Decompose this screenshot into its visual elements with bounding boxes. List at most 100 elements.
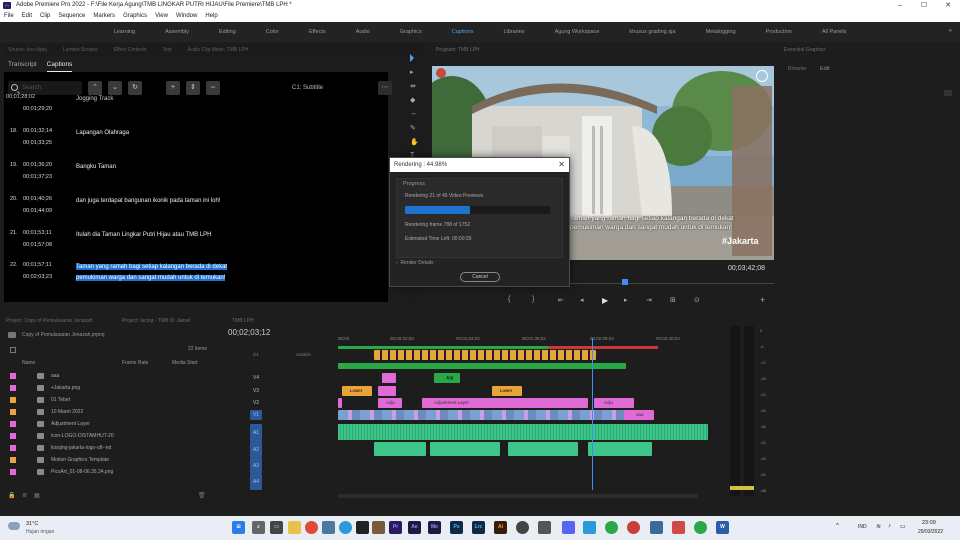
caption-start-time[interactable]: 00;01;36;20 bbox=[23, 162, 52, 168]
audio-a1-clip[interactable] bbox=[338, 424, 708, 440]
menu-edit[interactable]: Edit bbox=[22, 11, 32, 22]
project-item[interactable]: Motion Graphics Template bbox=[4, 454, 216, 466]
capture-icon[interactable] bbox=[356, 521, 369, 534]
play-button-icon[interactable]: ▶ bbox=[602, 296, 608, 305]
track-a3[interactable]: A3 bbox=[250, 458, 262, 474]
tab-audio-clip-mixer[interactable]: Audio Clip Mixer: TMB LPH bbox=[188, 44, 249, 56]
selection-tool-icon[interactable] bbox=[410, 54, 414, 62]
clip-adjustment-layer[interactable]: Adjustment Layer bbox=[422, 398, 588, 408]
caption-end-time[interactable]: 00;02;03;23 bbox=[23, 274, 52, 280]
trash-icon[interactable]: 🗑 bbox=[198, 492, 206, 499]
photos-icon[interactable] bbox=[372, 521, 385, 534]
obs-icon[interactable] bbox=[516, 521, 529, 534]
input-language[interactable]: IND bbox=[858, 524, 867, 530]
chrome-icon[interactable] bbox=[305, 521, 318, 534]
caption-start-time[interactable]: 00;01;32;14 bbox=[23, 128, 52, 134]
label-color-swatch[interactable] bbox=[10, 385, 16, 391]
track-c1[interactable]: C1 bbox=[250, 350, 262, 360]
add-button-icon[interactable]: + bbox=[760, 295, 765, 305]
project-item[interactable]: 01 Tebet bbox=[4, 394, 216, 406]
clip-adju-1[interactable]: Adju bbox=[378, 398, 402, 408]
clip-v4[interactable] bbox=[382, 373, 396, 383]
caption-start-time[interactable]: 00;01;40;26 bbox=[23, 196, 52, 202]
volume-icon[interactable]: ♪ bbox=[888, 523, 891, 529]
list-view-icon[interactable]: ≣ bbox=[22, 492, 27, 499]
minimize-icon[interactable]: – bbox=[888, 0, 912, 11]
lock-icon[interactable]: 🔒 bbox=[8, 492, 15, 499]
split-caption-button[interactable]: ⇕ bbox=[186, 81, 200, 95]
track-a1[interactable]: A1 bbox=[250, 424, 262, 442]
label-color-swatch[interactable] bbox=[10, 373, 16, 379]
timeline-tab[interactable]: TMB LPH bbox=[232, 318, 254, 324]
app-icon[interactable] bbox=[538, 521, 551, 534]
mark-in-icon[interactable]: { bbox=[508, 296, 510, 303]
project-tab[interactable]: Project: Copy of Pemulasaran Jenazah bbox=[6, 318, 93, 324]
slip-tool-icon[interactable]: ↔ bbox=[410, 110, 418, 118]
project-item[interactable]: Adjustment Layer bbox=[4, 418, 216, 430]
workspace-assembly[interactable]: Assembly bbox=[150, 29, 204, 35]
workspace-production[interactable]: Production bbox=[751, 29, 807, 35]
clip-aaa[interactable]: aaa bbox=[624, 410, 654, 420]
search-icon[interactable] bbox=[10, 347, 16, 353]
caption-end-time[interactable]: 00;01;33;25 bbox=[23, 140, 52, 146]
project-item[interactable]: icon-LOGO-DISTAMHUT-20 bbox=[4, 430, 216, 442]
clock-time[interactable]: 23:09 bbox=[922, 520, 936, 526]
audio-a2-clip-3[interactable] bbox=[508, 442, 578, 456]
menu-markers[interactable]: Markers bbox=[93, 11, 115, 22]
playhead-line[interactable] bbox=[592, 338, 593, 490]
label-color-swatch[interactable] bbox=[10, 457, 16, 463]
menu-view[interactable]: View bbox=[155, 11, 168, 22]
go-to-out-icon[interactable]: ⇥ bbox=[646, 296, 652, 304]
after-effects-icon[interactable]: Ae bbox=[408, 521, 421, 534]
track-a2[interactable]: A2 bbox=[250, 442, 262, 458]
export-frame-icon[interactable]: ⊙ bbox=[694, 296, 700, 304]
clip-lower-2[interactable]: Lower bbox=[492, 386, 522, 396]
close-icon[interactable]: ✕ bbox=[558, 158, 565, 172]
project-tab-2[interactable]: Project: lacing - TMB Dr Jaksel bbox=[122, 318, 191, 324]
clip-v3-pink[interactable] bbox=[378, 386, 396, 396]
caption-text[interactable]: Taman yang ramah bagi setiap kalangan be… bbox=[76, 262, 228, 284]
panel-menu-icon[interactable] bbox=[944, 90, 952, 96]
track-v4[interactable]: V4 bbox=[250, 373, 262, 383]
label-color-swatch[interactable] bbox=[10, 469, 16, 475]
audio-clip-green[interactable] bbox=[338, 363, 626, 369]
playhead-icon[interactable] bbox=[622, 279, 628, 285]
caption-end-time[interactable]: 00;01;44;09 bbox=[23, 208, 52, 214]
workspace-audio[interactable]: Audio bbox=[341, 29, 385, 35]
weather-desc[interactable]: Hujan ringan bbox=[26, 529, 54, 535]
previous-caption-button[interactable]: ⌃ bbox=[88, 81, 102, 95]
tab-browse[interactable]: Browse bbox=[788, 66, 806, 72]
workspace-metalogging[interactable]: Metalogging bbox=[691, 29, 751, 35]
go-to-in-icon[interactable]: ⇤ bbox=[558, 296, 564, 304]
app-icon[interactable] bbox=[583, 521, 596, 534]
app-icon[interactable] bbox=[322, 521, 335, 534]
caption-row[interactable]: 21. 00;01;53;11 00;01;57;08 Itulah dia T… bbox=[4, 230, 388, 264]
timeline-timecode[interactable]: 00;02;03;12 bbox=[228, 328, 270, 337]
step-forward-icon[interactable]: ▸ bbox=[624, 296, 628, 304]
add-caption-button[interactable]: + bbox=[166, 81, 180, 95]
track-v2[interactable]: V2 bbox=[250, 398, 262, 408]
audio-a2-clip-4[interactable] bbox=[588, 442, 652, 456]
render-details-toggle[interactable]: › Render Details bbox=[396, 260, 434, 266]
tab-effect-controls[interactable]: Effect Controls bbox=[114, 44, 147, 56]
workspace-color[interactable]: Color bbox=[251, 29, 294, 35]
track-select-icon[interactable]: ▸ bbox=[410, 68, 418, 76]
audio-a2-clip-1[interactable] bbox=[374, 442, 426, 456]
caption-row[interactable]: 20. 00;01;40;26 00;01;44;09 dan juga ter… bbox=[4, 196, 388, 230]
caption-start-time[interactable]: 00;01;57;11 bbox=[23, 262, 52, 268]
caption-row-selected[interactable]: 22. 00;01;57;11 00;02;03;23 Taman yang r… bbox=[4, 262, 388, 302]
workspace-agung[interactable]: Agung Workspace bbox=[540, 29, 615, 35]
battery-icon[interactable]: ▭ bbox=[900, 523, 906, 530]
hand-tool-icon[interactable]: ✋ bbox=[410, 138, 419, 146]
track-v1[interactable]: V1 bbox=[250, 410, 262, 420]
file-explorer-icon[interactable] bbox=[288, 521, 301, 534]
label-color-swatch[interactable] bbox=[10, 421, 16, 427]
menu-clip[interactable]: Clip bbox=[40, 11, 50, 22]
weather-temp[interactable]: 31°C bbox=[26, 521, 38, 527]
timeline-tracks[interactable]: Jpg Lower Lower Adju Adjustment Layer Ad… bbox=[338, 338, 708, 490]
caption-text[interactable]: Bangku Taman bbox=[76, 162, 116, 173]
clip-v2-start[interactable] bbox=[338, 398, 342, 408]
column-name[interactable]: Name bbox=[22, 360, 35, 366]
label-color-swatch[interactable] bbox=[10, 409, 16, 415]
label-color-swatch[interactable] bbox=[10, 445, 16, 451]
